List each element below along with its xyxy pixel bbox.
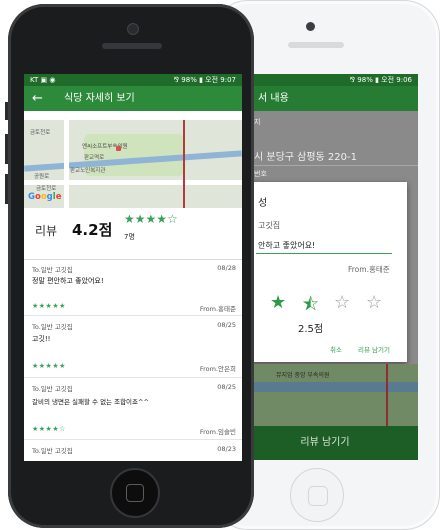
back-phone-screen: ⅋ 98% ▮ 오전 9:06 서 내용 지 시 분당구 삼평동 220-1 번…	[232, 74, 418, 460]
phone-label: 번호	[254, 170, 267, 178]
stream-shape	[232, 382, 418, 392]
rating-star-3[interactable]: ☆	[334, 292, 350, 313]
review-date: 08/25	[217, 321, 236, 329]
earpiece-speaker	[288, 42, 344, 48]
review-item[interactable]: To.일반 고깃집 08/23	[24, 440, 242, 461]
rating-summary: 리뷰 4.2점 ★★★★☆ 7명	[24, 208, 242, 260]
rating-star-2-half[interactable]: ⯪	[302, 292, 319, 322]
review-author: From.안은희	[199, 365, 236, 373]
map-label: 금토천로	[36, 186, 57, 192]
transit-line	[183, 120, 185, 208]
review-date: 08/28	[217, 264, 236, 272]
map-label: 판교역로	[84, 155, 105, 161]
review-dialog: 성 고깃집 안하고 좋았어요! From.홍태준 ★ ⯪ ☆ ☆ 2.5점 취소…	[232, 182, 407, 362]
map-view[interactable]: 금토천로 엔씨소프트부속의원 판교역로 판교노인복지관 공원로 금토천로 Goo…	[24, 120, 242, 208]
map-view[interactable]: 뮤지엄 중앙 부속의원	[232, 364, 418, 426]
review-comment-input[interactable]: 안하고 좋았어요!	[258, 240, 315, 251]
status-bar: KT ▣ ◉ ⅋ 98% ▮ 오전 9:07	[24, 74, 242, 86]
review-item[interactable]: To.일반 고깃집 08/25 갈비의 냉면은 실패할 수 없는 조합이죠^^ …	[24, 378, 242, 440]
map-label: 뮤지엄 중앙 부속의원	[276, 372, 330, 379]
dialog-title: 성	[258, 198, 268, 209]
review-to: To.일반 고깃집	[32, 266, 73, 274]
summary-label: 리뷰	[35, 224, 58, 238]
front-camera	[306, 22, 315, 31]
review-to: To.일반 고깃집	[32, 385, 73, 393]
carrier-text: KT ▣ ◉	[30, 76, 56, 84]
leave-review-label: 리뷰 남기기	[300, 437, 350, 448]
map-label: 공원로	[34, 174, 50, 180]
review-body: 갈비의 냉면은 실패할 수 없는 조합이죠^^	[32, 398, 149, 406]
road-horizontal	[24, 180, 242, 185]
review-body: 고깃!!	[32, 335, 51, 343]
rating-score: 2.5점	[298, 324, 324, 335]
appbar-title: 식당 자세히 보기	[64, 93, 135, 104]
dialog-from: From.홍태준	[348, 265, 390, 274]
status-bar: ⅋ 98% ▮ 오전 9:06	[232, 74, 418, 86]
input-underline	[256, 253, 392, 254]
detail-label: 지	[254, 118, 261, 126]
review-count: 7명	[124, 233, 135, 241]
review-date: 08/25	[217, 383, 236, 391]
map-label: 판교노인복지관	[70, 168, 106, 174]
hospital-marker	[116, 146, 121, 151]
review-author: From.홍태준	[199, 305, 236, 313]
mute-switch	[5, 102, 8, 120]
rating-star-1[interactable]: ★	[270, 292, 286, 313]
review-item[interactable]: To.일반 고깃집 08/28 정말 편안하고 좋았어요! ★★★★★ From…	[24, 260, 242, 316]
review-to: To.일반 고깃집	[32, 447, 73, 455]
front-phone-screen: KT ▣ ◉ ⅋ 98% ▮ 오전 9:07 ← 식당 자세히 보기 금토천로 …	[24, 74, 242, 461]
status-right-text: ⅋ 98% ▮ 오전 9:07	[173, 76, 236, 84]
average-score: 4.2점	[72, 221, 113, 239]
back-arrow-icon[interactable]: ←	[32, 86, 43, 111]
volume-up-button	[5, 134, 8, 164]
home-button[interactable]	[290, 468, 344, 522]
app-bar: ← 식당 자세히 보기	[24, 86, 242, 111]
review-author: From.임슬빈	[199, 428, 236, 436]
submit-review-button[interactable]: 리뷰 남기기	[358, 344, 390, 354]
review-stars: ★★★★★	[32, 362, 66, 370]
dialog-shop-name: 고깃집	[258, 221, 281, 230]
road-line	[386, 364, 388, 426]
average-stars: ★★★★☆	[124, 212, 178, 226]
divider	[254, 165, 418, 166]
cancel-button[interactable]: 취소	[330, 344, 342, 354]
review-stars: ★★★★★	[32, 302, 66, 310]
volume-down-button	[5, 174, 8, 204]
home-button[interactable]	[110, 468, 160, 518]
review-body: 정말 편안하고 좋았어요!	[32, 277, 104, 285]
leave-review-button[interactable]: 리뷰 남기기	[232, 426, 418, 460]
appbar-title: 서 내용	[258, 93, 289, 104]
status-text: ⅋ 98% ▮ 오전 9:06	[349, 76, 412, 84]
road-vertical	[64, 120, 69, 208]
review-item[interactable]: To.일반 고깃집 08/25 고깃!! ★★★★★ From.안은희	[24, 316, 242, 378]
review-stars: ★★★★☆	[32, 425, 66, 433]
address-text: 시 분당구 삼평동 220-1	[254, 152, 357, 163]
rating-star-4[interactable]: ☆	[366, 292, 382, 313]
google-logo: Google	[28, 192, 61, 202]
app-bar: 서 내용	[232, 86, 418, 111]
google-letter: e	[55, 192, 62, 202]
earpiece-speaker	[102, 43, 162, 49]
map-label: 금토천로	[30, 130, 51, 136]
front-camera	[127, 23, 139, 35]
review-date: 08/23	[217, 445, 236, 453]
review-to: To.일반 고깃집	[32, 323, 73, 331]
google-letter: G	[28, 192, 35, 202]
